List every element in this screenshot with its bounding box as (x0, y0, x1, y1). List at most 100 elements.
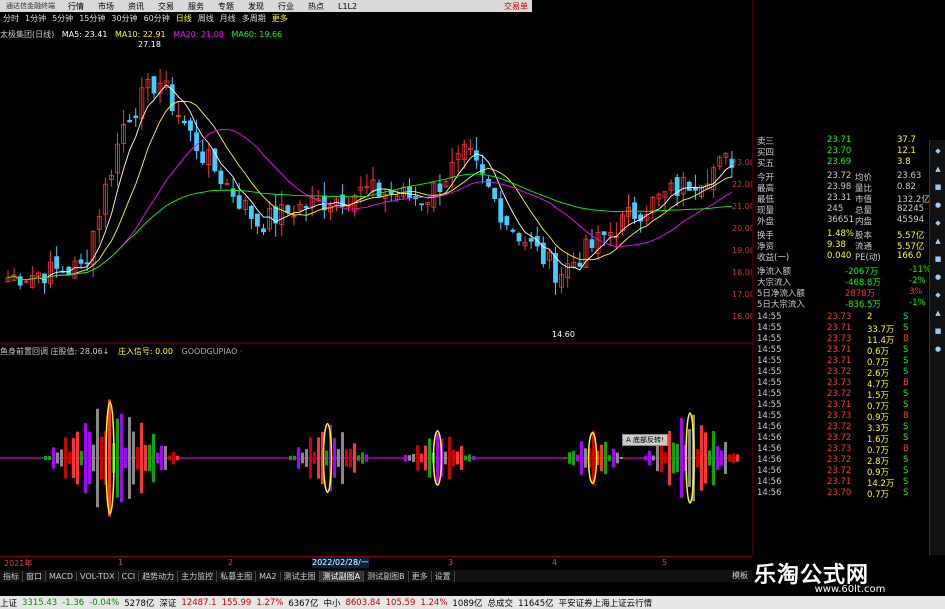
tool-icon[interactable]: ▲ (931, 306, 945, 320)
fish-bar (116, 418, 119, 498)
tab-period[interactable]: 分时 (0, 13, 22, 25)
tab-vol[interactable]: VOL-TDX (77, 571, 119, 581)
fish-bar (357, 455, 360, 461)
tab-period[interactable]: 30分钟 (108, 13, 140, 25)
trade-button[interactable]: 交易单 (504, 1, 532, 12)
tab-private[interactable]: 私募主图 (217, 570, 257, 582)
fish-bar (52, 447, 55, 469)
menu-item[interactable]: 专题 (211, 1, 241, 12)
sh-change: -1.36 (62, 597, 85, 608)
menu-item[interactable]: 交易 (151, 1, 181, 12)
menu-item[interactable]: 服务 (181, 1, 211, 12)
zx-label: 中小 (323, 598, 341, 609)
tool-icon[interactable]: ● (931, 270, 945, 284)
tool-icon[interactable]: ▲ (931, 234, 945, 248)
quote-row: 14:56 23.72 1.6万 S (757, 433, 929, 445)
tick-time: 14:55 (757, 378, 782, 388)
tool-icon[interactable]: ● (931, 198, 945, 212)
candle-body (303, 206, 309, 209)
tab-more[interactable]: 更多 (269, 13, 291, 25)
tab-macd[interactable]: MACD (46, 571, 77, 581)
fish-bar (144, 445, 147, 471)
candlestick-chart[interactable]: 23.00 22.00 21.00 20.00 19.00 18.00 17.00 16.00… (0, 25, 752, 345)
tick-time: 14:56 (757, 488, 782, 498)
candle-body (194, 132, 199, 152)
quote-row: 净资 9.38 流通 5.57亿 (757, 240, 929, 252)
tab-period[interactable]: 1分钟 (22, 13, 49, 25)
status-bar: 上证 3315.43 -1.36 -0.04% 5278亿 深证 12487.1… (0, 596, 945, 609)
fish-bar (68, 452, 71, 464)
fish-bar (696, 449, 699, 467)
tab-period[interactable]: 5分钟 (49, 13, 76, 25)
fish-bar (92, 444, 95, 472)
menu-item[interactable]: L1L2 (331, 2, 364, 11)
tab-period[interactable]: 15分钟 (76, 13, 108, 25)
menu-item[interactable]: 市场 (91, 1, 121, 12)
menu-item[interactable]: 资讯 (121, 1, 151, 12)
tick-time: 14:55 (757, 345, 782, 355)
tab-period[interactable]: 月线 (217, 13, 239, 25)
fish-bar (289, 455, 292, 461)
flow-pct: -1% (909, 298, 926, 308)
tab-monitor[interactable]: 主力监控 (178, 570, 218, 582)
quote-row: 大宗流入 -468.8万 -2% (757, 276, 929, 288)
menu-item[interactable]: 发现 (241, 1, 271, 12)
tab-window[interactable]: 窗口 (23, 570, 46, 582)
tool-icon[interactable]: ● (931, 342, 945, 356)
candle-body (218, 170, 224, 185)
fish-bar (672, 442, 675, 474)
tab-test-main[interactable]: 测试主图 (281, 570, 320, 582)
tick-side: S (903, 323, 909, 333)
quote-row: 今开 23.72 均价 23.63 (757, 171, 929, 183)
fish-bar (404, 454, 407, 462)
tick-side: S (903, 466, 909, 476)
tool-icon[interactable]: ◆ (931, 216, 945, 230)
tab-cci[interactable]: CCI (119, 571, 140, 581)
fish-bar (688, 429, 691, 487)
fish-bar (365, 454, 368, 462)
candle-body (151, 76, 157, 94)
menu-item[interactable]: 行业 (271, 1, 301, 12)
book-price: 23.71 (827, 135, 852, 145)
tab-settings[interactable]: 设置 (432, 570, 455, 582)
tool-icon[interactable]: ■ (931, 324, 945, 338)
tool-icon[interactable]: ■ (931, 180, 945, 194)
tab-ma2[interactable]: MA2 (256, 571, 281, 581)
tool-icon[interactable]: ▲ (931, 162, 945, 176)
tick-volume: 2 (867, 312, 873, 322)
tick-side: S (903, 422, 909, 432)
stat-value: 9.38 (827, 240, 846, 250)
quote-row: 外盘 36651 内盘 45594 (757, 215, 929, 227)
menu-item[interactable]: 行情 (61, 1, 91, 12)
fish-indicator-chart[interactable]: 107.9475.0050.0025.000.00-25.00-50.00-75… (0, 355, 752, 555)
candle-body (261, 228, 266, 233)
book-volume: 3.8 (897, 157, 911, 167)
tab-period[interactable]: 多周期 (239, 13, 269, 25)
tool-icon[interactable]: ◆ (931, 144, 945, 158)
price-tick: 17.00 (732, 290, 752, 299)
template-button[interactable]: 模板 (730, 570, 752, 582)
ma-line-20 (7, 128, 733, 281)
stat-label: 外盘 (757, 217, 775, 227)
tab-test-b[interactable]: 测试副图B (364, 570, 409, 582)
fish-bar (313, 452, 316, 464)
tab-period[interactable]: 周线 (195, 13, 217, 25)
fish-bar (172, 451, 175, 465)
menu-bar: 通达信金融终端 行情 市场 资讯 交易 服务 专题 发现 行业 热点 L1L2 … (0, 0, 532, 12)
tab-test-a[interactable]: 测试副图A (319, 570, 365, 582)
date-label: 2021年 (4, 559, 33, 568)
quote-row: 5日大宗流入 -836.5万 -1% (757, 298, 929, 310)
menu-item[interactable]: 热点 (301, 1, 331, 12)
tab-period[interactable]: 60分钟 (141, 13, 173, 25)
tab-more[interactable]: 更多 (409, 570, 432, 582)
fish-bar (301, 452, 304, 464)
tick-time: 14:55 (757, 400, 782, 410)
tool-icon[interactable]: ◆ (931, 288, 945, 302)
tab-indicator[interactable]: 指标 (0, 570, 23, 582)
date-cursor-label: 2022/02/28/一 (312, 557, 369, 568)
tool-icon[interactable]: ■ (931, 252, 945, 266)
tab-period-active[interactable]: 日线 (173, 13, 195, 25)
tick-time: 14:55 (757, 356, 782, 366)
tick-time: 14:56 (757, 444, 782, 454)
tab-trend[interactable]: 趋势动力 (139, 570, 179, 582)
